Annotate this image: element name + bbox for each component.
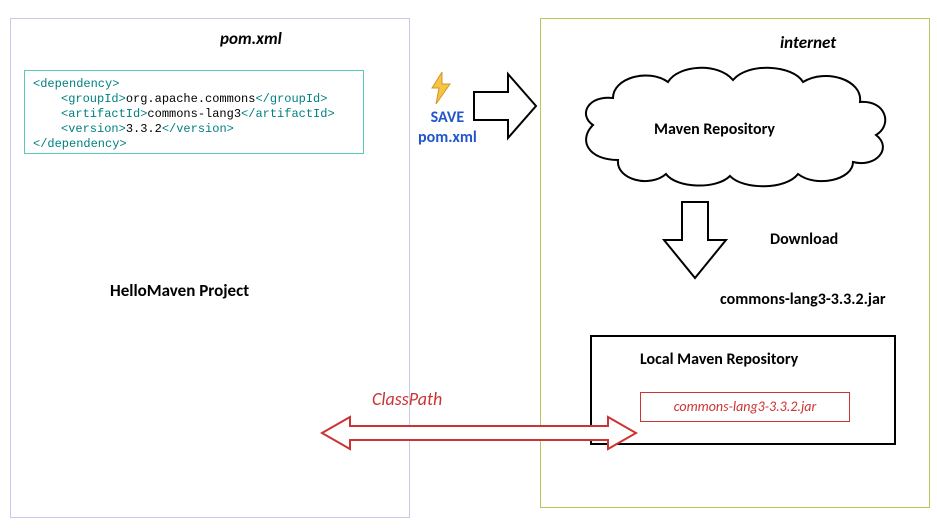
- local-repo-title: Local Maven Repository: [640, 350, 798, 369]
- arrow-right-icon: [472, 70, 538, 147]
- tag-artifactid-open: <artifactId>: [61, 107, 147, 121]
- artifactid-value: commons-lang3: [147, 107, 241, 121]
- groupid-value: org.apache.commons: [126, 92, 256, 106]
- tag-artifactid-close: </artifactId>: [241, 107, 335, 121]
- version-value: 3.3.2: [126, 122, 162, 136]
- tag-version-open: <version>: [61, 122, 126, 136]
- maven-repository-label: Maven Repository: [654, 120, 775, 139]
- pom-dependency-code: <dependency> <groupId>org.apache.commons…: [24, 70, 364, 154]
- arrow-down-icon: [660, 200, 730, 285]
- lightning-bolt-icon: [428, 72, 454, 112]
- tag-dependency-close: </dependency>: [33, 137, 127, 151]
- local-jar-box: commons-lang3-3.3.2.jar: [640, 392, 850, 422]
- double-arrow-icon: [320, 415, 638, 456]
- pom-xml-title: pom.xml: [220, 28, 282, 49]
- tag-dependency-open: <dependency>: [33, 77, 119, 91]
- tag-groupid-close: </groupId>: [255, 92, 327, 106]
- save-text: SAVE: [431, 108, 465, 127]
- save-pom-label: SAVE pom.xml: [418, 108, 477, 148]
- tag-groupid-open: <groupId>: [61, 92, 126, 106]
- downloaded-jar-label: commons-lang3-3.3.2.jar: [720, 290, 886, 309]
- save-pom-text: pom.xml: [418, 128, 477, 147]
- classpath-label: ClassPath: [372, 388, 442, 410]
- project-label: HelloMaven Project: [110, 280, 249, 301]
- download-label: Download: [770, 230, 838, 249]
- internet-label: internet: [780, 32, 836, 53]
- tag-version-close: </version>: [162, 122, 234, 136]
